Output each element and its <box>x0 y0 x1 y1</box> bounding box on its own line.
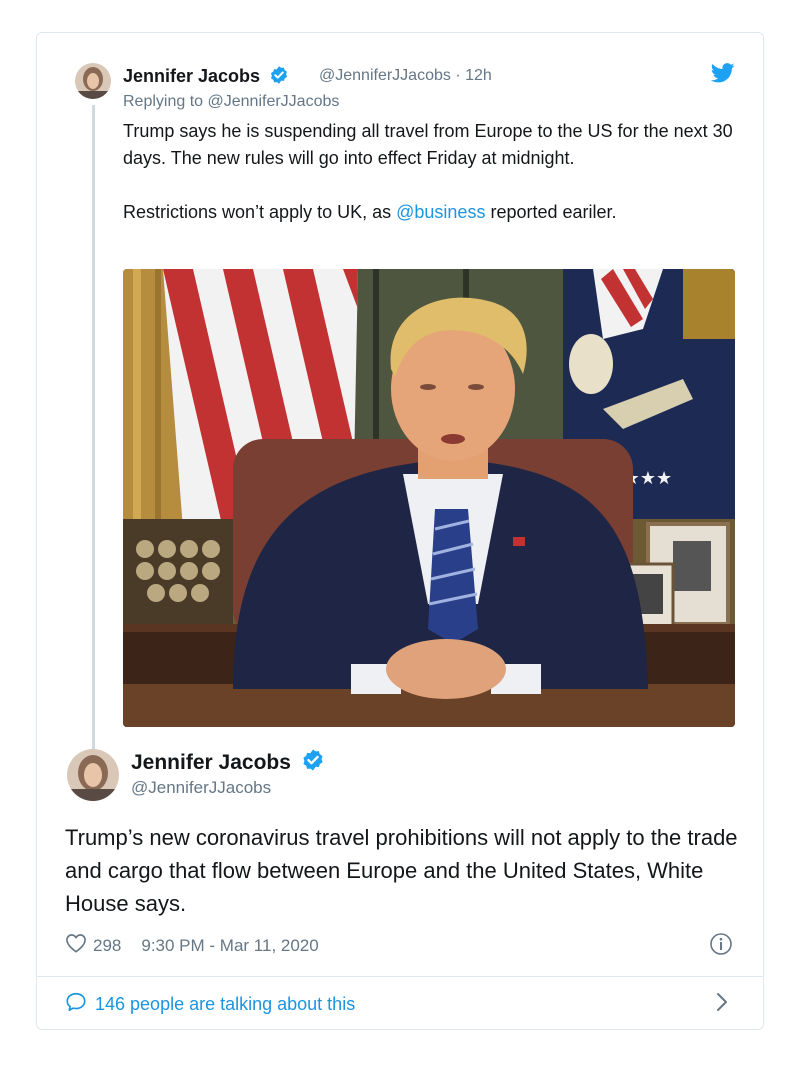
info-icon[interactable] <box>709 932 733 961</box>
main-author-handle[interactable]: @JenniferJJacobs <box>131 778 271 798</box>
heart-icon[interactable] <box>65 933 87 958</box>
conversation-link[interactable]: 146 people are talking about this <box>65 991 355 1018</box>
tweet-photo[interactable]: ★★★★★★★★ <box>123 269 735 727</box>
reply-time[interactable]: · 12h <box>455 67 491 84</box>
mention-business-link[interactable]: @business <box>396 202 485 222</box>
embedded-tweet-card: Jennifer Jacobs @JenniferJJacobs · 12h R… <box>36 32 764 1030</box>
main-tweet-text: Trump’s new coronavirus travel prohibiti… <box>65 825 738 916</box>
speech-bubble-icon <box>65 991 87 1018</box>
footer-divider <box>37 976 763 977</box>
tweet-meta-row: 298 9:30 PM - Mar 11, 2020 <box>65 933 319 958</box>
reply-author-handle[interactable]: @JenniferJJacobs · 12h <box>319 67 492 85</box>
verified-badge-icon <box>301 748 325 778</box>
like-count[interactable]: 298 <box>93 936 121 956</box>
main-author-name[interactable]: Jennifer Jacobs <box>131 748 325 778</box>
chevron-right-icon[interactable] <box>715 991 729 1018</box>
thread-connector-line <box>92 105 95 753</box>
conversation-count-text[interactable]: 146 people are talking about this <box>95 994 355 1015</box>
reply-text-paragraph-2: Restrictions won’t apply to UK, as @busi… <box>123 202 617 222</box>
twitter-bird-icon[interactable] <box>710 63 735 88</box>
reply-author-name[interactable]: Jennifer Jacobs <box>123 65 289 90</box>
main-author-avatar[interactable] <box>67 749 119 801</box>
reply-text-paragraph-1: Trump says he is suspending all travel f… <box>123 121 733 168</box>
verified-badge-icon <box>269 65 289 90</box>
replying-to-line: Replying to @JenniferJJacobs <box>123 93 340 110</box>
replying-to-handle-link[interactable]: @JenniferJJacobs <box>208 93 340 110</box>
reply-author-avatar[interactable] <box>75 63 111 99</box>
reply-tweet-text: Trump says he is suspending all travel f… <box>123 118 743 226</box>
tweet-timestamp[interactable]: 9:30 PM - Mar 11, 2020 <box>141 936 318 956</box>
